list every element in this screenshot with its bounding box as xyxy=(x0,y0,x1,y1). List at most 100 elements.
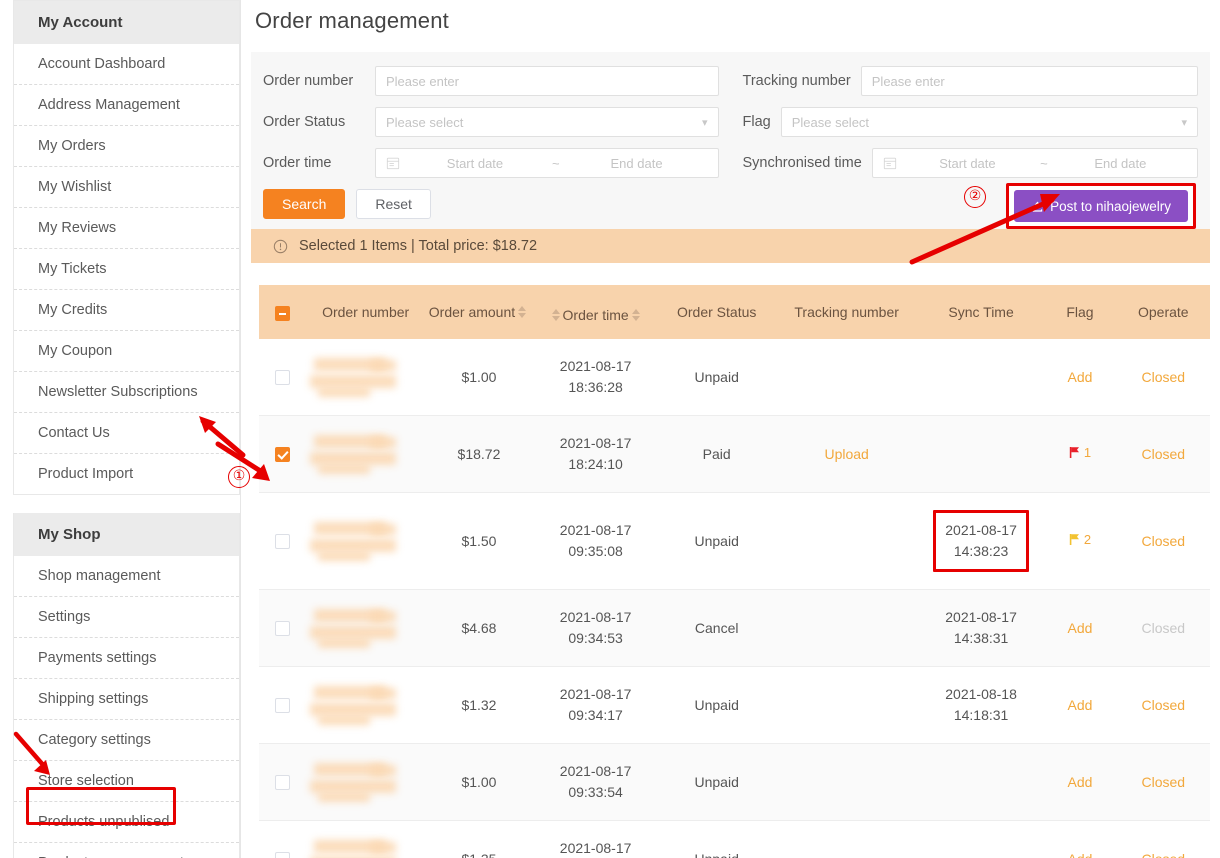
order-amount-cell: $4.68 xyxy=(425,589,533,668)
flag-icon xyxy=(1069,534,1079,546)
sidebar-item-address-management[interactable]: Address Management xyxy=(14,84,239,125)
flag-cell: Add xyxy=(1043,339,1117,417)
sidebar-item-products-unpublised[interactable]: Products unpublised xyxy=(14,801,239,842)
row-checkbox[interactable] xyxy=(274,370,290,386)
order-number-cell xyxy=(305,820,426,858)
order-time-clock: 18:24:10 xyxy=(568,456,623,473)
sidebar-item-newsletter-subscriptions[interactable]: Newsletter Subscriptions xyxy=(14,371,239,412)
selection-summary-text: Selected 1 Items | Total price: $18.72 xyxy=(299,238,538,254)
sidebar-item-products-management[interactable]: Products management xyxy=(14,842,239,858)
header-order-amount[interactable]: Order amount xyxy=(425,285,533,340)
sidebar-item-account-dashboard[interactable]: Account Dashboard xyxy=(14,44,239,84)
tracking-number-input[interactable]: Please enter xyxy=(860,66,1198,96)
row-checkbox[interactable] xyxy=(274,621,290,637)
table-row[interactable]: $1.352021-08-1709:31:11Unpaid Add Closed xyxy=(259,820,1210,858)
calendar-icon xyxy=(386,157,400,170)
filter-panel: Order number Please enter Tracking numbe… xyxy=(251,52,1210,263)
close-order-link[interactable]: Closed xyxy=(1142,697,1186,713)
select-all-header xyxy=(259,285,306,340)
toolbar: Search Reset Post to nihaojewelry xyxy=(263,183,1198,229)
add-flag-link[interactable]: Add xyxy=(1067,851,1092,858)
sidebar-item-contact-us[interactable]: Contact Us xyxy=(14,412,239,453)
sync-time-cell: 2021-08-17 14:38:31 xyxy=(918,589,1044,668)
annotation-marker-two: ② xyxy=(964,186,986,208)
order-status-cell: Unpaid xyxy=(658,743,775,822)
add-flag-link[interactable]: Add xyxy=(1067,369,1092,385)
sidebar-item-my-reviews[interactable]: My Reviews xyxy=(14,207,239,248)
row-checkbox[interactable] xyxy=(274,698,290,714)
order-time-cell: 2021-08-17 09:34:17 xyxy=(532,666,659,745)
close-order-link[interactable]: Closed xyxy=(1142,369,1186,385)
sidebar-item-product-import[interactable]: Product Import xyxy=(14,453,239,494)
add-flag-link[interactable]: Add xyxy=(1067,774,1092,790)
header-order-number[interactable]: Order number xyxy=(305,285,426,340)
table-row[interactable]: $1.00 2021-08-17 09:33:54 Unpaid Add Closed xyxy=(259,743,1210,822)
order-status-value: Please select xyxy=(386,114,464,130)
sort-order-amount-icon[interactable] xyxy=(518,306,527,319)
operate-cell: Closed xyxy=(1116,666,1210,745)
tracking-number-cell: Upload xyxy=(774,415,919,494)
row-checkbox[interactable] xyxy=(274,534,290,550)
add-flag-link[interactable]: Add xyxy=(1067,620,1092,636)
sidebar-item-store-selection[interactable]: Store selection xyxy=(14,760,239,801)
upload-tracking-link[interactable]: Upload xyxy=(824,446,868,462)
synchronised-time-range-input[interactable]: Start date ~ End date xyxy=(871,148,1198,178)
order-number-cell xyxy=(305,666,426,745)
sidebar-item-settings[interactable]: Settings xyxy=(14,596,239,637)
sidebar-item-my-wishlist[interactable]: My Wishlist xyxy=(14,166,239,207)
operate-cell: Closed xyxy=(1116,820,1210,858)
reset-button[interactable]: Reset xyxy=(356,189,431,219)
order-time-clock: 09:35:08 xyxy=(568,543,623,560)
sync-time-cell xyxy=(918,820,1044,858)
sync-time-clock: 14:18:31 xyxy=(953,707,1009,724)
table-row[interactable]: $4.68 2021-08-17 09:34:53 Cancel 2021-08-17 1… xyxy=(259,589,1210,668)
select-all-checkbox[interactable] xyxy=(274,305,290,321)
flag-value[interactable]: 2 xyxy=(1069,530,1091,550)
row-checkbox[interactable] xyxy=(274,775,290,791)
sidebar-item-my-coupon[interactable]: My Coupon xyxy=(14,330,239,371)
sort-order-time-icon-left[interactable] xyxy=(551,309,560,321)
order-time-range-input[interactable]: Start date ~ End date xyxy=(375,148,719,178)
order-time-cell: 2021-08-1709:31:11 xyxy=(532,820,659,858)
sidebar-item-my-credits[interactable]: My Credits xyxy=(14,289,239,330)
row-checkbox[interactable] xyxy=(274,447,290,463)
order-number-input[interactable]: Please enter xyxy=(375,66,719,96)
close-order-link[interactable]: Closed xyxy=(1142,851,1186,858)
orders-table-wrap: Order number Order amount Order time Ord… xyxy=(259,285,1210,858)
flag-select[interactable]: Please select ▾ xyxy=(780,107,1198,137)
header-operate: Operate xyxy=(1116,285,1210,340)
close-order-link[interactable]: Closed xyxy=(1142,774,1186,790)
close-order-link[interactable]: Closed xyxy=(1142,533,1186,549)
table-row[interactable]: $18.72 2021-08-17 18:24:10 Paid Upload 1 Close… xyxy=(259,415,1210,494)
sidebar-item-shop-management[interactable]: Shop management xyxy=(14,556,239,596)
search-button[interactable]: Search xyxy=(263,189,346,219)
add-flag-link[interactable]: Add xyxy=(1067,697,1092,713)
sidebar-item-my-tickets[interactable]: My Tickets xyxy=(14,248,239,289)
sidebar-item-my-orders[interactable]: My Orders xyxy=(14,125,239,166)
order-time-date: 2021-08-17 xyxy=(559,522,632,539)
sidebar-shop-block: My Shop Shop management Settings Payments … xyxy=(13,513,240,858)
table-row[interactable]: $1.50 2021-08-17 09:35:08 Unpaid 2021-08-17 1… xyxy=(259,492,1210,591)
sidebar-item-category-settings[interactable]: Category settings xyxy=(14,719,239,760)
order-time-start: Start date xyxy=(446,155,504,171)
redacted-order-number xyxy=(308,761,424,803)
order-time-cell: 2021-08-17 09:34:53 xyxy=(532,589,659,668)
flag-value[interactable]: 1 xyxy=(1069,443,1091,463)
tracking-number-cell xyxy=(774,339,919,417)
sidebar-item-shipping-settings[interactable]: Shipping settings xyxy=(14,678,239,719)
order-time-clock: 18:36:28 xyxy=(568,379,623,396)
operate-cell: Closed xyxy=(1116,743,1210,822)
post-to-nihaojewelry-button[interactable]: Post to nihaojewelry xyxy=(1014,190,1188,222)
close-order-link[interactable]: Closed xyxy=(1142,446,1186,462)
table-row[interactable]: $1.32 2021-08-17 09:34:17 Unpaid 2021-08-18 1… xyxy=(259,666,1210,745)
sort-order-time-icon[interactable] xyxy=(631,309,640,321)
order-status-select[interactable]: Please select ▾ xyxy=(375,107,719,137)
order-amount-cell: $1.00 xyxy=(425,743,533,822)
row-checkbox[interactable] xyxy=(274,852,290,858)
order-amount-cell: $1.32 xyxy=(425,666,533,745)
header-order-time[interactable]: Order time xyxy=(532,285,659,340)
sidebar-item-payments-settings[interactable]: Payments settings xyxy=(14,637,239,678)
header-order-time-label: Order time xyxy=(562,306,629,323)
table-row[interactable]: $1.00 2021-08-17 18:36:28 Unpaid Add Closed xyxy=(259,339,1210,417)
tracking-number-cell xyxy=(774,589,919,668)
